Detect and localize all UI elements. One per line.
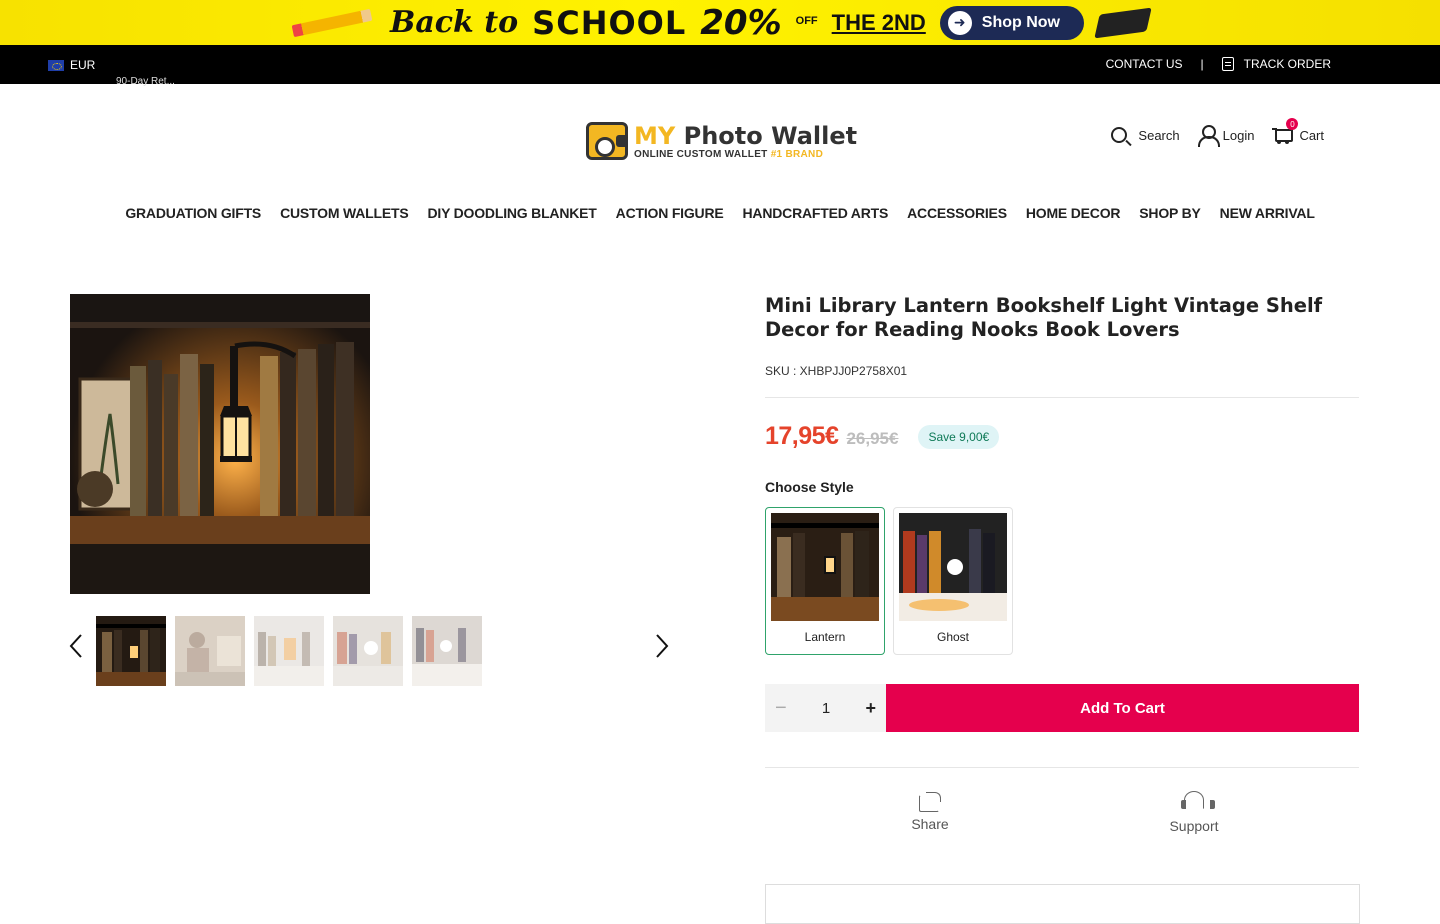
nav-item-custom-wallets[interactable]: CUSTOM WALLETS	[280, 205, 409, 221]
divider	[765, 767, 1359, 768]
logo-text: MY Photo Wallet ONLINE CUSTOM WALLET #1 …	[634, 123, 857, 160]
track-order-label: TRACK ORDER	[1243, 57, 1331, 71]
quantity-increase-button[interactable]: +	[865, 698, 876, 719]
user-icon	[1197, 125, 1220, 147]
product-title: Mini Library Lantern Bookshelf Light Vin…	[765, 294, 1323, 341]
style-label-ghost: Ghost	[936, 630, 969, 644]
promo-the-2nd: THE 2ND	[831, 9, 926, 35]
original-price: 26,95€	[846, 429, 899, 448]
thumbnail-lantern[interactable]	[96, 616, 166, 686]
shop-now-label: Shop Now	[981, 13, 1060, 31]
search-label: Search	[1138, 127, 1180, 143]
style-option-ghost[interactable]: Ghost	[893, 507, 1013, 655]
shop-now-button[interactable]: ➜ Shop Now	[939, 5, 1084, 40]
main-navigation: GRADUATION GIFTS CUSTOM WALLETS DIY DOOD…	[0, 205, 1440, 221]
share-label: Share	[911, 816, 949, 832]
login-label: Login	[1222, 127, 1255, 143]
nav-item-diy-doodling-blanket[interactable]: DIY DOODLING BLANKET	[427, 205, 596, 221]
wallet-logo-icon	[586, 122, 628, 160]
headset-icon	[1181, 790, 1215, 814]
product-main-image[interactable]	[70, 294, 370, 594]
search-button[interactable]: Search	[1111, 127, 1180, 143]
gallery-prev-arrow-icon[interactable]	[68, 632, 84, 660]
pencil-illustration	[291, 8, 373, 37]
promo-percent: 20%	[700, 2, 782, 43]
nav-item-shop-by[interactable]: SHOP BY	[1139, 205, 1201, 221]
support-label: Support	[1169, 818, 1219, 834]
logo-wordmark: MY Photo Wallet	[634, 123, 857, 149]
top-links: CONTACT US | TRACK ORDER	[1106, 57, 1331, 71]
cart-count-badge: 0	[1286, 118, 1299, 130]
share-button[interactable]: Share	[905, 790, 955, 832]
promo-off: OFF	[795, 14, 818, 27]
style-image-lantern	[771, 513, 879, 621]
thumbnail-reading[interactable]	[175, 616, 245, 686]
style-option-lantern[interactable]: Lantern	[765, 507, 885, 655]
contact-us-link[interactable]: CONTACT US	[1106, 57, 1183, 71]
cart-icon: 0	[1272, 118, 1299, 144]
cart-button[interactable]: 0 Cart	[1272, 118, 1324, 144]
nav-item-action-figure[interactable]: ACTION FIGURE	[616, 205, 724, 221]
nav-item-accessories[interactable]: ACCESSORIES	[907, 205, 1007, 221]
style-image-ghost	[899, 513, 1007, 621]
logo-tagline-text: ONLINE CUSTOM WALLET	[634, 148, 768, 160]
search-icon	[1111, 127, 1128, 143]
logo-my: MY	[634, 121, 676, 150]
book-illustration	[1094, 7, 1152, 38]
nav-item-home-decor[interactable]: HOME DECOR	[1026, 205, 1121, 221]
thumbnail-shelf-white[interactable]	[254, 616, 324, 686]
save-badge: Save 9,00€	[918, 425, 1000, 449]
price-row: 17,95€ 26,95€ Save 9,00€	[765, 422, 1000, 452]
site-logo[interactable]: MY Photo Wallet ONLINE CUSTOM WALLET #1 …	[586, 122, 857, 160]
top-links-separator: |	[1200, 57, 1204, 71]
header-actions: Search Login 0 Cart	[1111, 118, 1324, 147]
thumbnail-ghost-shelf[interactable]	[333, 616, 403, 686]
style-label-lantern: Lantern	[804, 630, 846, 644]
arrow-right-icon: ➜	[947, 10, 972, 35]
cart-wheels	[1276, 140, 1290, 144]
quantity-stepper: − 1 +	[765, 684, 886, 732]
promo-banner[interactable]: Back to SCHOOL 20% OFF THE 2ND ➜ Shop No…	[0, 0, 1440, 45]
logo-tagline: ONLINE CUSTOM WALLET #1 BRAND	[634, 149, 857, 160]
currency-selector[interactable]: EUR	[48, 58, 95, 72]
promo-school: SCHOOL	[532, 3, 687, 42]
choose-style-label: Choose Style	[765, 479, 854, 495]
cart-label: Cart	[1299, 127, 1324, 143]
announcement-ticker: 90-Day Ret...	[116, 76, 175, 87]
quantity-value[interactable]: 1	[822, 700, 830, 717]
nav-item-handcrafted-arts[interactable]: HANDCRAFTED ARTS	[743, 205, 889, 221]
top-utility-bar: EUR 90-Day Ret... CONTACT US | TRACK ORD…	[0, 45, 1440, 87]
divider	[765, 397, 1359, 398]
nav-item-new-arrival[interactable]: NEW ARRIVAL	[1220, 205, 1315, 221]
sale-price: 17,95€	[765, 422, 839, 450]
currency-label: EUR	[70, 58, 96, 72]
share-icon	[918, 790, 942, 812]
product-sku: SKU : XHBPJJ0P2758X01	[765, 364, 908, 378]
thumbnail-ghost[interactable]	[412, 616, 482, 686]
document-icon	[1221, 57, 1234, 71]
add-to-cart-button[interactable]: Add To Cart	[886, 684, 1359, 732]
support-button[interactable]: Support	[1164, 790, 1224, 834]
track-order-link[interactable]: TRACK ORDER	[1221, 57, 1331, 71]
promo-back-to: Back to	[389, 5, 519, 40]
logo-brand: #1 BRAND	[770, 148, 824, 160]
gallery-thumbnails	[96, 616, 482, 686]
eu-flag-icon	[48, 59, 64, 71]
gallery-next-arrow-icon[interactable]	[654, 632, 670, 660]
login-button[interactable]: Login	[1197, 125, 1255, 147]
nav-item-graduation-gifts[interactable]: GRADUATION GIFTS	[125, 205, 261, 221]
quantity-decrease-button[interactable]: −	[775, 697, 787, 720]
logo-name: Photo Wallet	[683, 121, 858, 150]
product-details-panel	[765, 884, 1360, 924]
